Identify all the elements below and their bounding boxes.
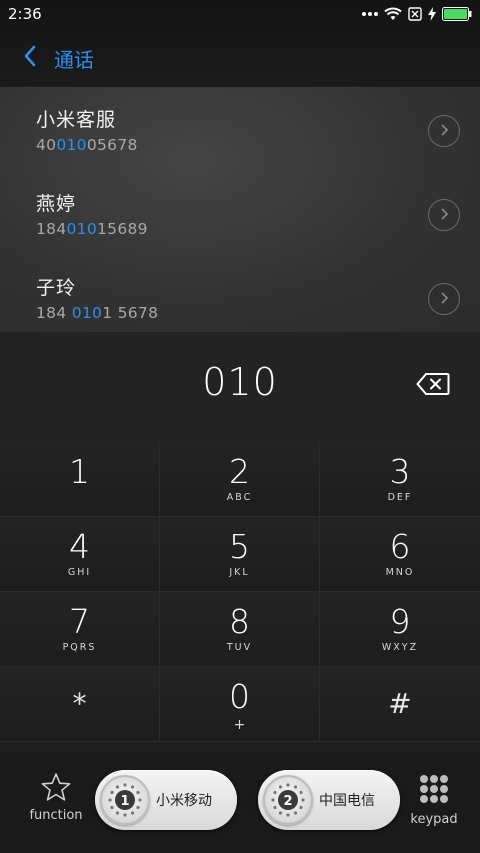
status-icons (362, 7, 472, 21)
function-label: function (29, 808, 83, 823)
wifi-icon (384, 7, 402, 21)
contact-result[interactable]: 小米客服 4001005678 (0, 87, 480, 171)
svg-text:2: 2 (283, 794, 292, 809)
contact-detail-button[interactable] (428, 199, 460, 231)
back-chevron-icon (23, 45, 37, 71)
backspace-button[interactable] (416, 372, 450, 398)
contact-detail-button[interactable] (428, 115, 460, 147)
sim2-dial-icon: 2 (263, 775, 313, 825)
sim2-carrier-label: 中国电信 (319, 793, 375, 809)
contact-number: 18401015689 (36, 220, 148, 238)
dialed-number: 010 (202, 360, 278, 404)
chevron-right-icon (439, 290, 449, 309)
key-3[interactable]: 3 DEF (320, 442, 480, 517)
contact-number: 4001005678 (36, 136, 138, 154)
key-star[interactable]: * (0, 667, 160, 742)
more-dots-icon (362, 11, 378, 17)
status-bar: 2:36 (0, 0, 480, 28)
keypad-label: keypad (410, 812, 458, 827)
contact-name: 燕婷 (36, 193, 77, 215)
chevron-right-icon (439, 206, 449, 225)
dial-keypad: 1 2 ABC 3 DEF 4 GHI 5 JKL 6 MNO 7 PQRS 8 TUV 9W… (0, 442, 480, 752)
svg-text:1: 1 (120, 794, 129, 809)
battery-icon (442, 7, 472, 21)
key-9[interactable]: 9 WXYZ (320, 592, 480, 667)
app-header: 通话 (0, 32, 480, 84)
dial-display: 010 (0, 332, 480, 442)
contact-result[interactable]: 燕婷 18401015689 (0, 171, 480, 255)
keypad-grid-icon (418, 774, 450, 808)
contact-result[interactable]: 子玲 184 0101 5678 (0, 255, 480, 339)
contact-name: 子玲 (36, 277, 77, 299)
star-icon (40, 772, 72, 806)
no-sim-icon (408, 7, 422, 21)
contact-name: 小米客服 (36, 109, 117, 131)
contact-number: 184 0101 5678 (36, 304, 159, 322)
key-4[interactable]: 4 GHI (0, 517, 160, 592)
page-title: 通话 (54, 47, 94, 72)
key-0[interactable]: 0 + (160, 667, 320, 742)
bottom-action-bar: function 1 小米移动 2 中国电信 keypad (0, 752, 480, 853)
key-5[interactable]: 5 JKL (160, 517, 320, 592)
key-1[interactable]: 1 (0, 442, 160, 517)
key-2[interactable]: 2 ABC (160, 442, 320, 517)
dialer-screen: 2:36 通话 小米客服 4001005678 燕婷 18401015689 子… (0, 0, 480, 853)
status-time: 2:36 (8, 5, 42, 23)
match-highlight: 010 (71, 304, 103, 322)
call-sim1-button[interactable]: 1 小米移动 (95, 770, 237, 830)
contact-results-list: 小米客服 4001005678 燕婷 18401015689 子玲 184 01… (0, 87, 480, 332)
key-7[interactable]: 7 PQRS (0, 592, 160, 667)
function-button[interactable]: function (22, 772, 90, 832)
sim1-dial-icon: 1 (100, 775, 150, 825)
key-6[interactable]: 6 MNO (320, 517, 480, 592)
call-sim2-button[interactable]: 2 中国电信 (258, 770, 400, 830)
chevron-right-icon (439, 122, 449, 141)
backspace-icon (416, 373, 450, 400)
charging-icon (428, 7, 436, 21)
match-highlight: 010 (66, 220, 97, 238)
match-highlight: 010 (56, 136, 87, 154)
keypad-toggle-button[interactable]: keypad (404, 774, 464, 834)
back-button[interactable] (16, 40, 44, 76)
sim1-carrier-label: 小米移动 (156, 793, 212, 809)
contact-detail-button[interactable] (428, 283, 460, 315)
key-8[interactable]: 8 TUV (160, 592, 320, 667)
key-hash[interactable]: # (320, 667, 480, 742)
